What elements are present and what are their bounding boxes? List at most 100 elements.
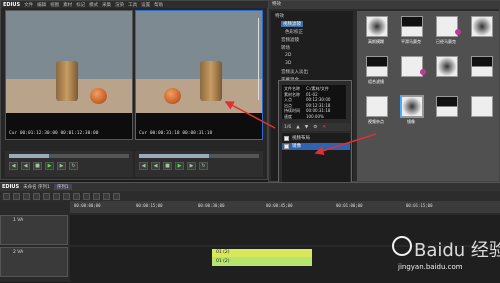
- step-forward-icon[interactable]: ▶: [187, 162, 196, 170]
- effect-thumbnail: [401, 16, 423, 37]
- settings-icon[interactable]: ⚙: [313, 125, 317, 130]
- effect-tile[interactable]: [429, 95, 463, 127]
- playhead[interactable]: [258, 18, 259, 100]
- new-sequence-icon[interactable]: [13, 192, 20, 200]
- info-value: 00:12:30:00: [306, 97, 331, 102]
- menu-help[interactable]: 帮助: [154, 2, 163, 8]
- move-up-icon[interactable]: ▲: [296, 125, 299, 130]
- save-icon[interactable]: [33, 192, 40, 200]
- effect-tile[interactable]: [429, 55, 463, 87]
- snap-icon[interactable]: [113, 192, 120, 200]
- step-back-icon[interactable]: ◀: [21, 162, 30, 170]
- ruler-tick: 00:01:00;00: [336, 203, 363, 208]
- jar-object-mirrored: [200, 61, 222, 101]
- effect-tile[interactable]: 已经马赛克: [429, 15, 463, 47]
- peach-object: [90, 88, 107, 104]
- cut-icon[interactable]: [63, 192, 70, 200]
- step-back-icon[interactable]: ◀: [151, 162, 160, 170]
- filter-row-video-layout[interactable]: 视频布局: [282, 135, 350, 142]
- rewind-icon[interactable]: ◀: [139, 162, 148, 170]
- copy-icon[interactable]: [73, 192, 80, 200]
- tree-item-3d[interactable]: 3D: [285, 61, 291, 67]
- effect-label: 组合滤镜: [368, 79, 384, 84]
- record-scrubber[interactable]: [139, 154, 259, 158]
- effect-thumbnail: [366, 96, 388, 117]
- stop-icon[interactable]: ■: [163, 162, 172, 170]
- step-forward-icon[interactable]: ▶: [57, 162, 66, 170]
- watermark: Baidu 经验 jingyan.baidu.com: [392, 232, 500, 280]
- sequence-tab[interactable]: 序列1: [53, 184, 72, 190]
- filter-enable-checkbox[interactable]: [284, 136, 289, 141]
- ruler-tick: 00:00:15;00: [136, 203, 163, 208]
- tree-item-transitions[interactable]: 转场: [281, 45, 290, 51]
- effect-thumbnail: [471, 56, 493, 77]
- menu-mode[interactable]: 模式: [89, 2, 98, 8]
- effect-tile[interactable]: 平滑马赛克: [394, 15, 428, 47]
- menu-capture[interactable]: 采集: [102, 2, 111, 8]
- effect-tile[interactable]: 组合滤镜: [359, 55, 393, 87]
- watermark-text: Baidu 经验: [414, 240, 500, 261]
- source-viewer[interactable]: Cur 00:01:12:30:00 00:01:12:30:00: [5, 10, 133, 140]
- info-key: 持续时间: [284, 108, 300, 113]
- effect-tile[interactable]: [464, 95, 498, 127]
- filter-enable-checkbox[interactable]: [284, 144, 289, 149]
- page-indicator: 1/6: [284, 124, 292, 130]
- effect-label: 平滑马赛克: [401, 39, 421, 44]
- loop-icon[interactable]: ↻: [69, 162, 78, 170]
- open-icon[interactable]: [23, 192, 30, 200]
- filter-row-mirror[interactable]: 镜像: [282, 143, 350, 150]
- mode-icon[interactable]: [3, 192, 10, 200]
- menu-view[interactable]: 视图: [50, 2, 59, 8]
- effect-label: 已经马赛克: [436, 39, 456, 44]
- menu-marker[interactable]: 标记: [76, 2, 85, 8]
- menu-edit[interactable]: 编辑: [37, 2, 46, 8]
- menu-settings[interactable]: 设置: [141, 2, 150, 8]
- move-down-icon[interactable]: ▼: [305, 125, 308, 130]
- effect-tile[interactable]: 高斯模糊: [359, 15, 393, 47]
- redo-icon[interactable]: [53, 192, 60, 200]
- ripple-icon[interactable]: [103, 192, 110, 200]
- effect-tile[interactable]: [464, 15, 498, 47]
- effects-panel-title: 特效: [269, 1, 500, 9]
- menu-render[interactable]: 渲染: [115, 2, 124, 8]
- undo-icon[interactable]: [43, 192, 50, 200]
- paste-icon[interactable]: [83, 192, 90, 200]
- effect-thumbnail: [366, 56, 388, 77]
- delete-icon[interactable]: [93, 192, 100, 200]
- tree-item-2d[interactable]: 2D: [285, 53, 291, 59]
- loop-icon[interactable]: ↻: [199, 162, 208, 170]
- effect-tile[interactable]: 视频杂点: [359, 95, 393, 127]
- delete-icon[interactable]: ✕: [322, 125, 326, 130]
- effect-tile[interactable]: [394, 55, 428, 87]
- info-value: 00:12:31:18: [306, 102, 331, 108]
- effect-tile[interactable]: [464, 55, 498, 87]
- info-table: 文件名称 C:/素材/文件 素材名称 01-02 入点 00:12:30:00 出点 00:1…: [282, 85, 346, 119]
- stop-icon[interactable]: ■: [33, 162, 42, 170]
- effect-tile[interactable]: 镜像: [394, 95, 428, 127]
- tree-item-color-correction[interactable]: 色彩校正: [285, 29, 303, 35]
- play-icon[interactable]: ▶: [175, 162, 184, 170]
- play-icon[interactable]: ▶: [45, 162, 54, 170]
- menu-clip[interactable]: 素材: [63, 2, 72, 8]
- timeline-title-bar: EDIUS 未命名 序列1 序列1: [0, 183, 500, 191]
- effect-thumbnail: [436, 96, 458, 117]
- record-viewer[interactable]: Cur 00:00:31:18 00:00:31:18: [135, 10, 263, 140]
- info-key: 素材名称: [284, 91, 300, 97]
- source-scrubber[interactable]: [9, 154, 129, 158]
- tree-item-audio-fades[interactable]: 音频淡入淡出: [281, 69, 308, 75]
- timeline-ruler[interactable]: 00:00:00;00 00:00:15;00 00:00:30;00 00:0…: [70, 201, 500, 213]
- track-header-1[interactable]: 1 VA: [0, 215, 68, 245]
- record-transport: ◀ ◀ ■ ▶ ▶ ↻: [135, 151, 263, 177]
- menu-file[interactable]: 文件: [24, 2, 33, 8]
- tree-item-audio-filters[interactable]: 音频滤镜: [281, 37, 299, 43]
- rewind-icon[interactable]: ◀: [9, 162, 18, 170]
- video-clip[interactable]: 01 (2): [212, 249, 312, 257]
- info-value: 100.00%: [306, 113, 324, 119]
- track-header-2[interactable]: 2 VA: [0, 247, 68, 277]
- tree-item-video-filters[interactable]: 视频滤镜: [281, 21, 303, 27]
- menu-tools[interactable]: 工具: [128, 2, 137, 8]
- tree-item-effects[interactable]: 特效: [275, 13, 284, 19]
- audio-clip[interactable]: 01 (2): [212, 257, 312, 266]
- preview-window: EDIUS 文件 编辑 视图 素材 标记 模式 采集 渲染 工具 设置 帮助 C…: [0, 0, 269, 180]
- info-value: 00:00:31:18: [306, 108, 331, 113]
